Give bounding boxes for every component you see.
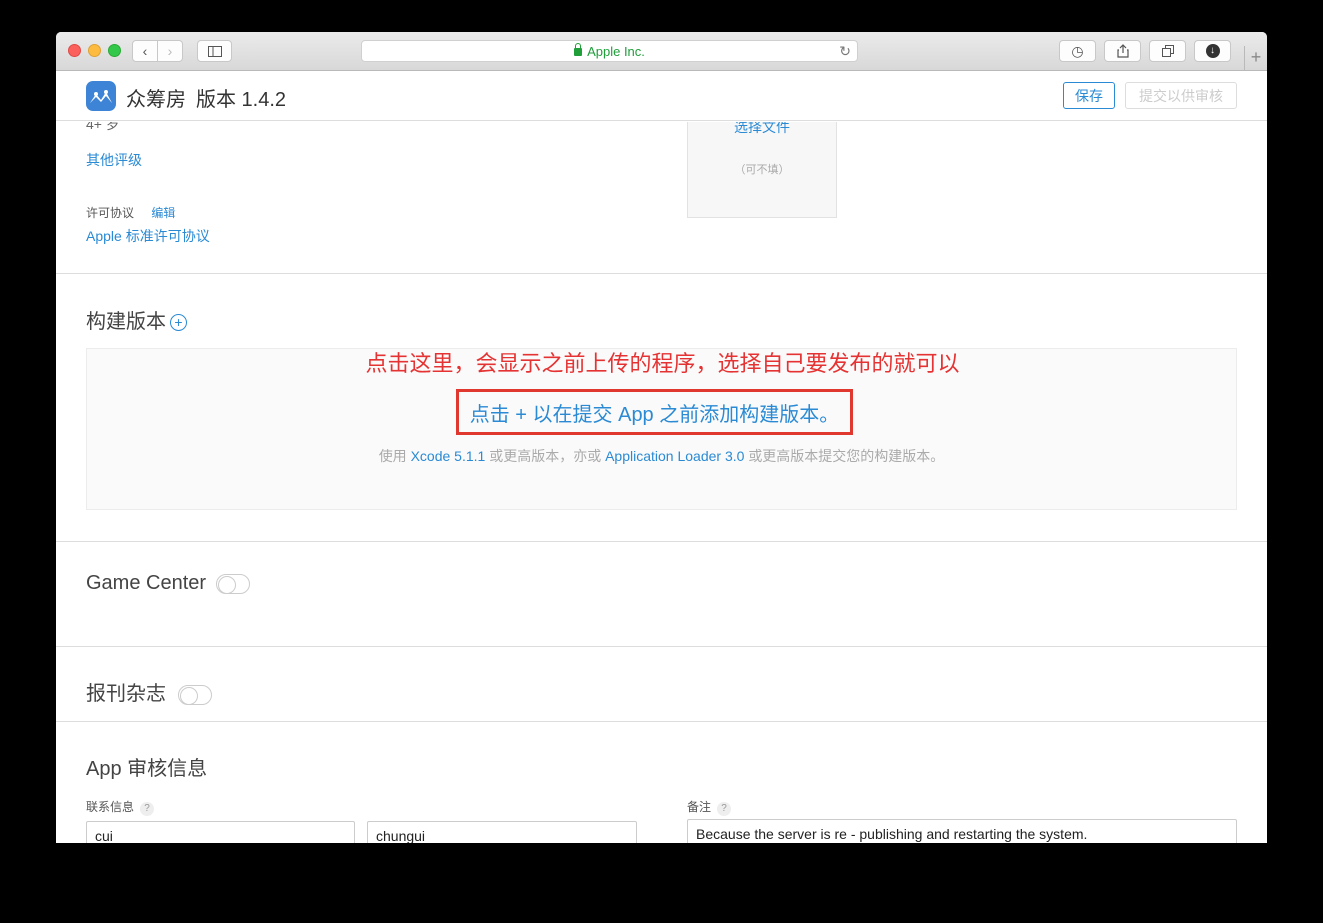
back-button[interactable]: ‹ (132, 40, 158, 62)
hint-middle: 或更高版本，亦或 (489, 448, 602, 464)
notes-label-text: 备注 (687, 800, 712, 814)
reload-icon[interactable]: ↻ (839, 43, 851, 60)
newsstand-toggle[interactable] (178, 684, 212, 705)
new-tab-button[interactable]: + (1244, 46, 1267, 71)
share-button[interactable] (1104, 40, 1141, 62)
history-button[interactable]: ◷ (1059, 40, 1096, 62)
minimize-window-button[interactable] (88, 44, 101, 57)
share-icon (1116, 44, 1129, 58)
other-ratings-link[interactable]: 其他评级 (86, 150, 142, 170)
download-icon: ↓ (1205, 44, 1220, 58)
sidebar-icon (207, 45, 222, 57)
notes-field[interactable]: Because the server is re - publishing an… (687, 819, 1237, 843)
app-icon (86, 81, 116, 111)
zoom-window-button[interactable] (108, 44, 121, 57)
license-edit-link[interactable]: 编辑 (151, 206, 175, 220)
chevron-right-icon: › (167, 43, 173, 59)
newsstand-section: 报刊杂志 (86, 677, 212, 706)
review-section-title: App 审核信息 (86, 758, 208, 780)
license-agreement-link[interactable]: Apple 标准许可协议 (86, 226, 210, 246)
browser-window: ‹ › Apple Inc. ↻ ◷ ↓ + 众筹房 版本 1.4.2 保存 提… (56, 32, 1267, 843)
application-loader-link[interactable]: Application Loader 3.0 (605, 448, 744, 464)
contact-info-label-text: 联系信息 (86, 800, 135, 814)
tabs-button[interactable] (1149, 40, 1186, 62)
newsstand-title: 报刊杂志 (86, 683, 166, 705)
xcode-link[interactable]: Xcode 5.1.1 (411, 448, 486, 464)
app-name: 众筹房 (126, 89, 186, 111)
browser-toolbar: ‹ › Apple Inc. ↻ ◷ ↓ + (56, 32, 1267, 71)
section-divider (56, 646, 1267, 647)
add-build-prompt-text: 点击 + 以在提交 App 之前添加构建版本。 (469, 403, 840, 426)
address-text: Apple Inc. (587, 43, 645, 59)
add-build-icon[interactable]: + (170, 314, 187, 332)
build-title-text: 构建版本 (86, 311, 166, 333)
game-center-toggle[interactable] (216, 573, 251, 594)
address-bar[interactable]: Apple Inc. ↻ (361, 40, 858, 62)
lock-icon (574, 43, 583, 56)
last-name-field[interactable]: chungui (367, 821, 637, 843)
hint-suffix: 或更高版本提交您的构建版本。 (748, 448, 945, 464)
notes-label: 备注? (687, 798, 732, 816)
age-rating: 4+ 岁 (86, 122, 120, 132)
app-header: 众筹房 版本 1.4.2 保存 提交以供审核 (56, 71, 1267, 121)
game-center-title: Game Center (86, 572, 207, 594)
section-divider (56, 721, 1267, 722)
submit-for-review-button[interactable]: 提交以供审核 (1125, 82, 1237, 109)
section-divider (56, 541, 1267, 542)
sidebar-toggle-button[interactable] (197, 40, 232, 62)
first-name-field[interactable]: cui (86, 821, 355, 843)
app-version: 版本 1.4.2 (196, 89, 287, 111)
file-upload-box[interactable]: 选择文件 （可不填） (687, 122, 837, 218)
forward-button[interactable]: › (157, 40, 183, 62)
build-hint: 使用 Xcode 5.1.1 或更高版本，亦或 Application Load… (56, 446, 1267, 466)
help-icon[interactable]: ? (140, 802, 155, 816)
hint-prefix: 使用 (378, 448, 407, 464)
help-icon[interactable]: ? (717, 802, 732, 816)
close-window-button[interactable] (68, 44, 81, 57)
chevron-left-icon: ‹ (142, 43, 148, 59)
contact-info-label: 联系信息? (86, 798, 155, 816)
game-center-section: Game Center (86, 572, 251, 595)
tabs-icon (1161, 45, 1174, 57)
choose-file-link[interactable]: 选择文件 (688, 122, 836, 137)
downloads-button[interactable]: ↓ (1194, 40, 1231, 62)
clock-icon: ◷ (1071, 42, 1084, 59)
app-logo-icon (90, 90, 112, 103)
main-content: 4+ 岁 其他评级 许可协议 编辑 Apple 标准许可协议 选择文件 （可不填… (56, 122, 1267, 843)
add-build-prompt[interactable]: 点击 + 以在提交 App 之前添加构建版本。 (456, 389, 853, 435)
license-label-text: 许可协议 (86, 206, 135, 220)
annotation-text: 点击这里，会显示之前上传的程序，选择自己要发布的就可以 (365, 351, 960, 376)
license-label: 许可协议 编辑 (86, 204, 175, 221)
section-divider (56, 273, 1267, 274)
save-button[interactable]: 保存 (1063, 82, 1115, 109)
build-section-title: 构建版本 + (86, 305, 187, 334)
optional-hint: （可不填） (734, 164, 790, 176)
page-title: 众筹房 版本 1.4.2 (126, 83, 286, 112)
